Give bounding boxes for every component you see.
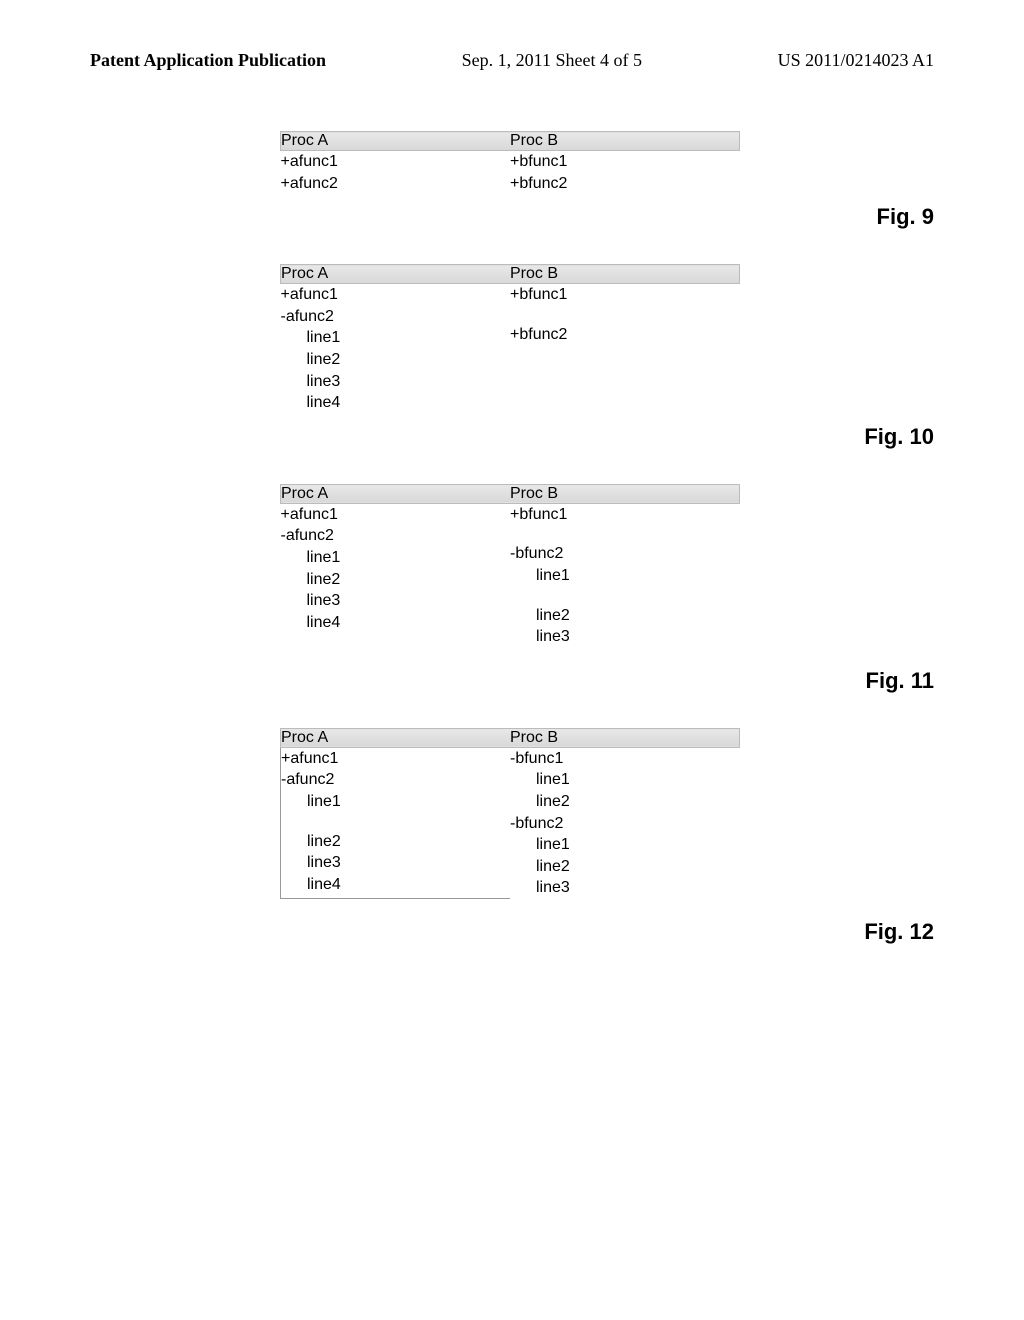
- code-line: line2: [510, 791, 740, 813]
- code-line: line4: [281, 874, 510, 896]
- figure-12: Proc A Proc B +afunc1 -afunc2 line1 line…: [90, 728, 934, 940]
- code-line: line1: [281, 327, 511, 349]
- code-line: line2: [510, 856, 740, 878]
- figure-10: Proc A Proc B +afunc1 -afunc2 line1 line…: [90, 264, 934, 444]
- figure-11: Proc A Proc B +afunc1 -afunc2 line1 line…: [90, 484, 934, 688]
- code-line: +afunc1: [281, 284, 511, 306]
- code-line: +bfunc1: [510, 284, 740, 306]
- blank-line: [281, 813, 510, 831]
- code-line: line1: [281, 547, 511, 569]
- code-line: +afunc1: [281, 748, 510, 770]
- code-line: -bfunc2: [510, 813, 740, 835]
- code-line: line1: [281, 791, 510, 813]
- fig12-procB-entries: -bfunc1 line1 line2 -bfunc2 line1 line2 …: [510, 747, 740, 899]
- code-line: +afunc2: [281, 173, 511, 195]
- code-line: line1: [510, 565, 740, 587]
- fig9-procA-entries: +afunc1 +afunc2: [281, 151, 511, 195]
- header-right: US 2011/0214023 A1: [778, 50, 934, 71]
- fig11-table: Proc A Proc B +afunc1 -afunc2 line1 line…: [280, 484, 740, 648]
- code-line: line3: [281, 590, 511, 612]
- code-line: line2: [281, 569, 511, 591]
- header-left: Patent Application Publication: [90, 50, 326, 71]
- code-line: line4: [281, 392, 511, 414]
- code-line: line2: [281, 831, 510, 853]
- fig9-procB-header: Proc B: [510, 132, 740, 151]
- code-line: line1: [510, 834, 740, 856]
- fig10-procA-entries: +afunc1 -afunc2 line1 line2 line3 line4: [281, 284, 511, 414]
- blank-line: [510, 587, 740, 605]
- code-line: +afunc1: [281, 504, 511, 526]
- fig9-procB-entries: +bfunc1 +bfunc2: [510, 151, 740, 195]
- header-center: Sep. 1, 2011 Sheet 4 of 5: [462, 50, 642, 71]
- code-line: line3: [281, 371, 511, 393]
- code-line: +bfunc2: [510, 173, 740, 195]
- fig10-table: Proc A Proc B +afunc1 -afunc2 line1 line…: [280, 264, 740, 414]
- fig12-procA-entries: +afunc1 -afunc2 line1 line2 line3 line4: [281, 747, 511, 899]
- code-line: +bfunc2: [510, 324, 740, 346]
- fig10-procB-entries: +bfunc1 +bfunc2: [510, 284, 740, 414]
- fig10-caption: Fig. 10: [864, 424, 934, 450]
- fig12-procB-header: Proc B: [510, 728, 740, 747]
- fig11-procB-header: Proc B: [510, 484, 740, 503]
- fig12-table: Proc A Proc B +afunc1 -afunc2 line1 line…: [280, 728, 740, 900]
- code-line: -afunc2: [281, 769, 510, 791]
- fig10-procB-header: Proc B: [510, 265, 740, 284]
- fig11-procA-entries: +afunc1 -afunc2 line1 line2 line3 line4: [281, 503, 511, 647]
- fig9-caption: Fig. 9: [877, 204, 934, 230]
- fig9-table: Proc A Proc B +afunc1 +afunc2 +bfunc1 +b…: [280, 131, 740, 194]
- code-line: -afunc2: [281, 306, 511, 328]
- code-line: line2: [281, 349, 511, 371]
- code-line: -bfunc2: [510, 543, 740, 565]
- page: Patent Application Publication Sep. 1, 2…: [0, 0, 1024, 1320]
- code-line: line3: [510, 626, 740, 648]
- fig11-caption: Fig. 11: [866, 668, 934, 694]
- figure-9: Proc A Proc B +afunc1 +afunc2 +bfunc1 +b…: [90, 131, 934, 224]
- code-line: line3: [281, 852, 510, 874]
- fig10-procA-header: Proc A: [281, 265, 511, 284]
- code-line: -afunc2: [281, 525, 511, 547]
- code-line: +bfunc1: [510, 504, 740, 526]
- code-line: line1: [510, 769, 740, 791]
- fig12-procA-header: Proc A: [281, 728, 511, 747]
- code-line: line4: [281, 612, 511, 634]
- blank-line: [510, 525, 740, 543]
- fig11-procB-entries: +bfunc1 -bfunc2 line1 line2 line3: [510, 503, 740, 647]
- code-line: +afunc1: [281, 151, 511, 173]
- code-line: line3: [510, 877, 740, 899]
- page-header: Patent Application Publication Sep. 1, 2…: [90, 50, 934, 71]
- code-line: +bfunc1: [510, 151, 740, 173]
- code-line: -bfunc1: [510, 748, 740, 770]
- blank-line: [510, 306, 740, 324]
- code-line: line2: [510, 605, 740, 627]
- fig11-procA-header: Proc A: [281, 484, 511, 503]
- fig12-caption: Fig. 12: [864, 919, 934, 945]
- fig9-procA-header: Proc A: [281, 132, 511, 151]
